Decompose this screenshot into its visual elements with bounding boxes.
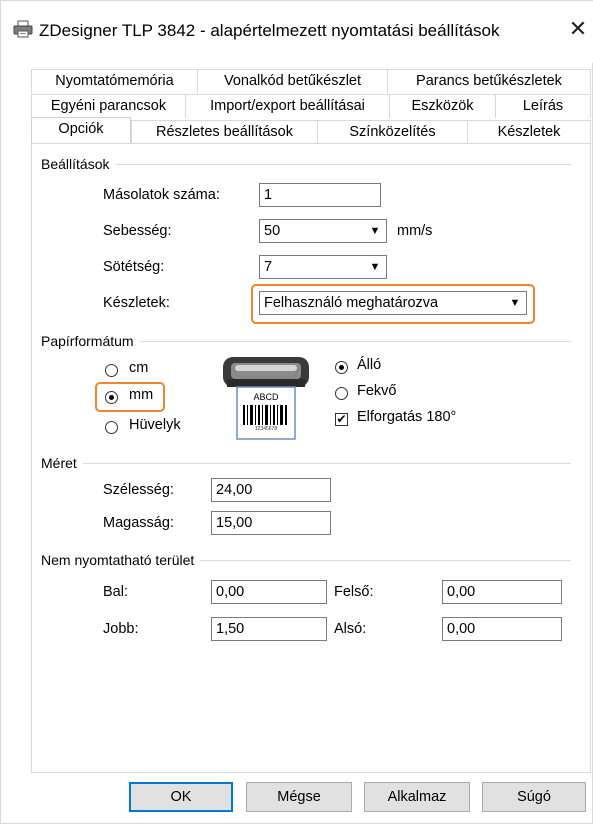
stocks-value: Felhasználó meghatározva (264, 295, 439, 311)
unprintable-group-label: Nem nyomtatható terület (41, 552, 201, 568)
darkness-label: Sötétség: (103, 259, 165, 275)
orientation-landscape-radio[interactable] (335, 387, 348, 400)
width-input[interactable]: 24,00 (211, 478, 331, 502)
orientation-portrait-label[interactable]: Álló (357, 357, 381, 373)
settings-group-divider (41, 164, 571, 165)
ok-button[interactable]: OK (129, 782, 233, 812)
paper-format-group-label: Papírformátum (41, 333, 140, 349)
darkness-select[interactable]: 7 ▼ (259, 255, 387, 279)
tab-about[interactable]: Leírás (495, 94, 591, 118)
copies-label: Másolatok száma: (103, 187, 220, 203)
tab-custom-commands[interactable]: Egyéni parancsok (31, 94, 185, 118)
orientation-portrait-radio[interactable] (335, 361, 348, 374)
tab-advanced-settings[interactable]: Részletes beállítások (131, 120, 317, 144)
margin-left-input[interactable]: 0,00 (211, 580, 327, 604)
label-preview-text: ABCD (253, 392, 279, 402)
unit-cm-label[interactable]: cm (129, 360, 148, 376)
tab-tools[interactable]: Eszközök (389, 94, 495, 118)
rotate-180-checkbox[interactable]: ✔ (335, 413, 348, 426)
unit-cm-radio[interactable] (105, 364, 118, 377)
size-group-label: Méret (41, 455, 83, 471)
speed-select[interactable]: 50 ▼ (259, 219, 387, 243)
tab-command-fonts[interactable]: Parancs betűkészletek (387, 69, 591, 93)
tab-options[interactable]: Opciók (31, 117, 131, 144)
orientation-landscape-label[interactable]: Fekvő (357, 383, 397, 399)
cancel-button[interactable]: Mégse (246, 782, 352, 812)
height-input[interactable]: 15,00 (211, 511, 331, 535)
tab-barcode-fonts[interactable]: Vonalkód betűkészlet (197, 69, 387, 93)
chevron-down-icon[interactable]: ▼ (364, 221, 385, 241)
close-icon[interactable]: ✕ (565, 15, 591, 45)
speed-unit: mm/s (397, 223, 433, 239)
stocks-label: Készletek: (103, 295, 170, 311)
chevron-down-icon[interactable]: ▼ (504, 293, 525, 313)
speed-label: Sebesség: (103, 223, 172, 239)
label-preview-digits: 12345678 (254, 426, 278, 432)
margin-left-label: Bal: (103, 584, 128, 600)
height-label: Magasság: (103, 515, 174, 531)
margin-bottom-label: Alsó: (334, 621, 367, 637)
margin-top-label: Felső: (334, 584, 374, 600)
help-button[interactable]: Súgó (482, 782, 586, 812)
printer-icon (13, 20, 33, 38)
darkness-value: 7 (264, 259, 273, 275)
chevron-down-icon[interactable]: ▼ (364, 257, 385, 277)
unit-mm-label[interactable]: mm (129, 387, 153, 403)
width-label: Szélesség: (103, 482, 174, 498)
margin-top-input[interactable]: 0,00 (442, 580, 562, 604)
margin-right-input[interactable]: 1,50 (211, 617, 327, 641)
copies-input[interactable]: 1 (259, 183, 381, 207)
tab-printer-memory[interactable]: Nyomtatómemória (31, 69, 197, 93)
tab-dithering[interactable]: Színközelítés (317, 120, 467, 144)
stocks-select[interactable]: Felhasználó meghatározva ▼ (259, 291, 527, 315)
tab-import-export[interactable]: Import/export beállításai (185, 94, 389, 118)
rotate-180-label[interactable]: Elforgatás 180° (357, 409, 456, 425)
unit-inch-label[interactable]: Hüvelyk (129, 417, 181, 433)
margin-bottom-input[interactable]: 0,00 (442, 617, 562, 641)
print-settings-dialog: ZDesigner TLP 3842 - alapértelmezett nyo… (0, 0, 593, 824)
settings-group-label: Beállítások (41, 156, 116, 172)
tab-stocks[interactable]: Készletek (467, 120, 591, 144)
unit-inch-radio[interactable] (105, 421, 118, 434)
title-bar: ZDesigner TLP 3842 - alapértelmezett nyo… (1, 1, 593, 63)
unit-mm-radio[interactable] (105, 391, 118, 404)
margin-right-label: Jobb: (103, 621, 139, 637)
size-group-divider (41, 463, 571, 464)
apply-button[interactable]: Alkalmaz (364, 782, 470, 812)
speed-value: 50 (264, 223, 281, 239)
window-title: ZDesigner TLP 3842 - alapértelmezett nyo… (39, 21, 500, 40)
